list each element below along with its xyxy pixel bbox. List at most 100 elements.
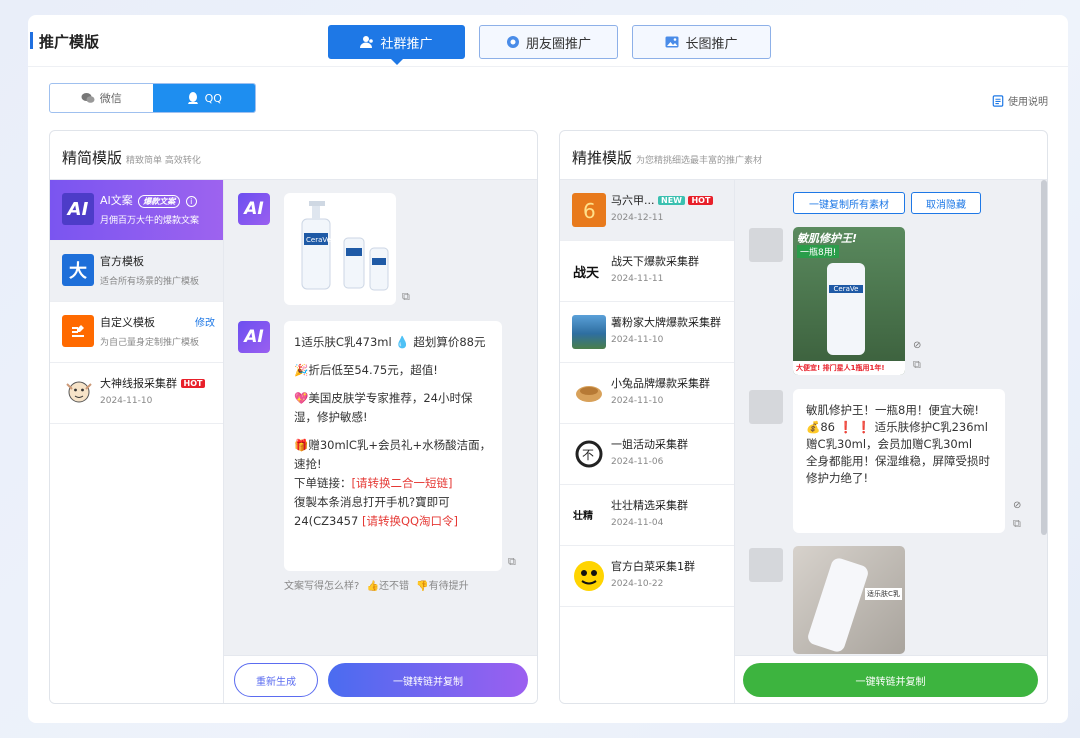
featured-template-panel: 精推模版 为您精挑细选最丰富的推广素材 6 马六甲... NEW HOT 2024… [559, 130, 1048, 704]
group-name: 战天下爆款采集群 [611, 255, 699, 268]
poster-bottle: CeraVe [827, 263, 865, 355]
panel-title: 精推模版 为您精挑细选最丰富的推广素材 [572, 149, 763, 167]
copy-all-button[interactable]: 一键复制所有素材 [793, 192, 905, 214]
material-message-text: 敏肌修护王！一瓶8用！便宜大碗! 💰86 ❗ ❗ 适乐肤修护C乳236ml 赠C… [806, 402, 995, 487]
product-photo: 适乐肤C乳 [793, 546, 905, 654]
regenerate-button[interactable]: 重新生成 [234, 663, 318, 697]
template-name: 大神线报采集群 [100, 377, 177, 390]
poster-banner: 大便宜! 排门星人1瓶用1年! [793, 361, 905, 375]
scrollbar[interactable] [1041, 180, 1047, 535]
group-date: 2024-10-22 [611, 579, 664, 589]
convert-copy-button[interactable]: 一键转链并复制 [743, 663, 1038, 697]
copy-icon[interactable]: ⧉ [508, 555, 520, 568]
edit-link[interactable]: 修改 [195, 314, 215, 329]
svg-text:CeraVe: CeraVe [306, 236, 331, 244]
group-item[interactable]: 薯粉家大牌爆款采集群 2024-11-10 [560, 302, 734, 363]
convert-copy-button[interactable]: 一键转链并复制 [328, 663, 528, 697]
template-name: AI文案 [100, 194, 133, 207]
thumbs-up-icon[interactable]: 👍 [367, 581, 379, 592]
ai-avatar: AI [238, 193, 270, 225]
right-actions: 一键转链并复制 [735, 655, 1047, 703]
help-link[interactable]: 使用说明 [992, 93, 1048, 108]
hide-icon[interactable]: ⊘ [913, 340, 921, 351]
template-name: 自定义模板 [100, 316, 155, 329]
material-feed: 一键复制所有素材 取消隐藏 敏肌修护王! 一瓶8用! CeraVe 大便宜! 排… [735, 180, 1047, 703]
copy-icon[interactable]: ⧉ [1013, 517, 1025, 530]
feedback-bad[interactable]: 有待提升 [429, 581, 469, 592]
svg-text:6: 6 [583, 199, 596, 223]
panel-body: AI AI文案 爆款文案 i 月佣百万大牛的爆款文案 大 官方模板 适合所有场景… [50, 179, 537, 703]
material-message-bubble: 敏肌修护王！一瓶8用！便宜大碗! 💰86 ❗ ❗ 适乐肤修护C乳236ml 赠C… [793, 389, 1005, 533]
group-item[interactable]: 官方白菜采集1群 2024-10-22 [560, 546, 734, 607]
message-line: 敏肌修护王！一瓶8用！便宜大碗! [806, 403, 979, 417]
group-avatar [572, 315, 606, 349]
tab-long-image[interactable]: 长图推广 [632, 25, 771, 59]
group-item[interactable]: 战天 战天下爆款采集群 2024-11-11 [560, 241, 734, 302]
tab-moments[interactable]: 朋友圈推广 [479, 25, 618, 59]
template-desc: 适合所有场景的推广模板 [100, 277, 200, 287]
template-item-custom[interactable]: 自定义模板 修改 为自己量身定制推广模板 [50, 302, 223, 363]
svg-text:不: 不 [582, 448, 594, 462]
group-item[interactable]: 不 一姐活动采集群 2024-11-06 [560, 424, 734, 485]
users-icon [360, 36, 374, 48]
group-name: 小兔品牌爆款采集群 [611, 377, 710, 390]
simple-template-panel: 精简模版 精致简单 高效转化 AI AI文案 爆款文案 i 月佣百万大牛的爆款文案… [49, 130, 538, 704]
tab-qq[interactable]: QQ [152, 84, 255, 112]
group-item[interactable]: 小兔品牌爆款采集群 2024-11-10 [560, 363, 734, 424]
poster-brand: CeraVe [829, 285, 863, 293]
left-actions: 重新生成 一键转链并复制 [224, 655, 537, 703]
user-avatar [749, 390, 783, 424]
template-item-official[interactable]: 大 官方模板 适合所有场景的推广模板 [50, 241, 223, 302]
template-desc: 月佣百万大牛的爆款文案 [100, 216, 200, 226]
cancel-hide-button[interactable]: 取消隐藏 [911, 192, 981, 214]
panel-title: 精简模版 精致简单 高效转化 [62, 149, 201, 167]
title-accent-bar [30, 32, 33, 49]
template-item-collector[interactable]: 大神线报采集群 HOT 2024-11-10 [50, 363, 223, 424]
group-avatar: 6 [572, 193, 606, 227]
message-line: 下单链接：[请转换二合一短链] [294, 476, 453, 490]
hide-icon[interactable]: ⊘ [1013, 500, 1021, 511]
group-item[interactable]: 壮精 壮壮精选采集群 2024-11-04 [560, 485, 734, 546]
main-card: 推广模版 社群推广 朋友圈推广 长图推广 微信 QQ 使用说明 精简模版 精致简单… [28, 15, 1068, 723]
group-avatar [572, 376, 606, 410]
user-avatar [749, 548, 783, 582]
message-line: 赠C乳30ml，会员加赠C乳30ml [806, 437, 973, 451]
group-name: 马六甲... [611, 194, 655, 207]
tab-wechat[interactable]: 微信 [50, 84, 153, 112]
group-avatar [572, 559, 606, 593]
group-avatar: 不 [572, 437, 606, 471]
template-item-ai[interactable]: AI AI文案 爆款文案 i 月佣百万大牛的爆款文案 [50, 180, 223, 241]
page-title: 推广模版 [39, 33, 100, 51]
svg-text:战天: 战天 [573, 265, 600, 281]
group-avatar: 壮精 [572, 498, 606, 532]
official-badge-icon: 大 [62, 254, 94, 286]
template-name: 官方模板 [100, 255, 144, 268]
template-list: AI AI文案 爆款文案 i 月佣百万大牛的爆款文案 大 官方模板 适合所有场景… [50, 180, 224, 703]
tab-community[interactable]: 社群推广 [328, 25, 465, 65]
group-date: 2024-11-11 [611, 274, 664, 284]
copy-icon[interactable]: ⧉ [402, 290, 414, 303]
copy-icon[interactable]: ⧉ [913, 358, 925, 371]
group-list: 6 马六甲... NEW HOT 2024-12-11 战天 战天下爆款采集群 … [560, 180, 735, 703]
group-item[interactable]: 6 马六甲... NEW HOT 2024-12-11 [560, 180, 734, 241]
thumbs-down-icon[interactable]: 👎 [416, 581, 428, 592]
image-icon [665, 36, 679, 48]
group-avatar: 战天 [572, 254, 606, 288]
group-date: 2024-11-04 [611, 518, 664, 528]
message-line: 🎉折后低至54.75元，超值! [294, 363, 438, 377]
chat-preview: AI CeraVe ⧉ AI 1适乐肤C乳473ml 💧 超划算价88元 🎉折后… [224, 180, 537, 703]
message-line: 1适乐肤C乳473ml 💧 超划算价88元 [294, 335, 486, 349]
group-name: 一姐活动采集群 [611, 438, 688, 451]
panel-subtitle: 精致简单 高效转化 [126, 156, 201, 166]
hot-copy-tag: 爆款文案 [138, 195, 181, 208]
platform-tabs: 微信 QQ [49, 83, 256, 113]
message-text: 1适乐肤C乳473ml 💧 超划算价88元 🎉折后低至54.75元，超值! 💖美… [294, 333, 492, 531]
product-image-bubble: CeraVe [284, 193, 396, 305]
group-date: 2024-11-06 [611, 457, 664, 467]
feedback-good[interactable]: 还不错 [379, 581, 409, 592]
message-line: 全身都能用！保湿维稳，屏障受损时修护力绝了! [806, 454, 990, 485]
info-icon[interactable]: i [185, 196, 197, 207]
poster-subtitle: 一瓶8用! [797, 245, 840, 258]
message-bubble: 1适乐肤C乳473ml 💧 超划算价88元 🎉折后低至54.75元，超值! 💖美… [284, 321, 502, 571]
group-date: 2024-11-10 [611, 335, 664, 345]
